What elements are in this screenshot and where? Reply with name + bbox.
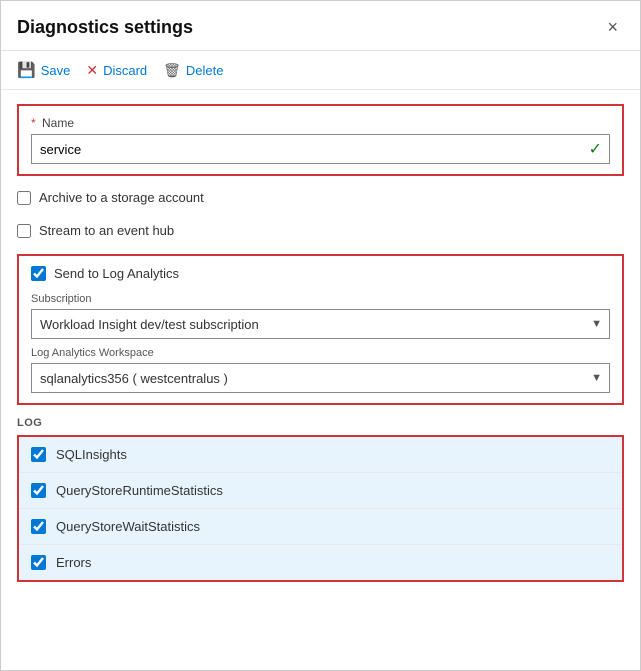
workspace-dropdown-wrapper: sqlanalytics356 ( westcentralus ) ▼	[31, 363, 610, 393]
send-log-checkbox[interactable]	[31, 266, 46, 281]
name-input-wrapper: ✓	[31, 134, 610, 164]
stream-label: Stream to an event hub	[39, 223, 174, 238]
workspace-label: Log Analytics Workspace	[31, 347, 610, 359]
stream-checkbox-row: Stream to an event hub	[17, 221, 624, 240]
archive-checkbox-row: Archive to a storage account	[17, 188, 624, 207]
toolbar: 💾 Save ✕ Discard 🗑 Delete	[1, 51, 640, 90]
dialog-title: Diagnostics settings	[17, 17, 193, 38]
diagnostics-dialog: Diagnostics settings × 💾 Save ✕ Discard …	[0, 0, 641, 671]
log-checkbox-errors[interactable]	[31, 555, 46, 570]
subscription-dropdown[interactable]: Workload Insight dev/test subscription	[31, 309, 610, 339]
stream-checkbox[interactable]	[17, 224, 31, 238]
discard-label: Discard	[103, 63, 147, 78]
workspace-dropdown[interactable]: sqlanalytics356 ( westcentralus )	[31, 363, 610, 393]
log-checkbox-querystoreruntime[interactable]	[31, 483, 46, 498]
log-checkbox-querystorewait[interactable]	[31, 519, 46, 534]
delete-button[interactable]: 🗑 Delete	[163, 60, 223, 81]
close-button[interactable]: ×	[601, 15, 624, 40]
log-analytics-section: Send to Log Analytics Subscription Workl…	[17, 254, 624, 405]
log-item-sqlinsights: SQLInsights	[19, 437, 622, 473]
log-item-errors: Errors	[19, 545, 622, 580]
save-button[interactable]: 💾 Save	[17, 59, 70, 81]
subscription-dropdown-wrapper: Workload Insight dev/test subscription ▼	[31, 309, 610, 339]
log-section-title: LOG	[17, 417, 624, 429]
log-label-querystoreruntime: QueryStoreRuntimeStatistics	[56, 483, 223, 498]
subscription-label: Subscription	[31, 293, 610, 305]
name-section: * Name ✓	[17, 104, 624, 176]
content-area: * Name ✓ Archive to a storage account St…	[1, 90, 640, 596]
archive-label: Archive to a storage account	[39, 190, 204, 205]
log-label-errors: Errors	[56, 555, 91, 570]
log-item-querystoreruntime: QueryStoreRuntimeStatistics	[19, 473, 622, 509]
discard-button[interactable]: ✕ Discard	[86, 60, 147, 81]
archive-checkbox[interactable]	[17, 191, 31, 205]
send-log-label: Send to Log Analytics	[54, 266, 179, 281]
dialog-header: Diagnostics settings ×	[1, 1, 640, 51]
log-label-querystorewait: QueryStoreWaitStatistics	[56, 519, 200, 534]
name-field-label: * Name	[31, 116, 610, 130]
send-log-row: Send to Log Analytics	[31, 266, 610, 281]
delete-icon: 🗑	[163, 62, 181, 79]
required-indicator: *	[31, 116, 36, 130]
valid-checkmark: ✓	[589, 139, 602, 159]
save-icon: 💾	[17, 61, 36, 79]
log-label-sqlinsights: SQLInsights	[56, 447, 127, 462]
discard-icon: ✕	[86, 62, 98, 79]
log-checkbox-sqlinsights[interactable]	[31, 447, 46, 462]
name-input[interactable]	[31, 134, 610, 164]
log-items-container: SQLInsights QueryStoreRuntimeStatistics …	[17, 435, 624, 582]
log-section: LOG SQLInsights QueryStoreRuntimeStatist…	[17, 417, 624, 582]
save-label: Save	[41, 63, 71, 78]
log-item-querystorewait: QueryStoreWaitStatistics	[19, 509, 622, 545]
delete-label: Delete	[186, 63, 224, 78]
